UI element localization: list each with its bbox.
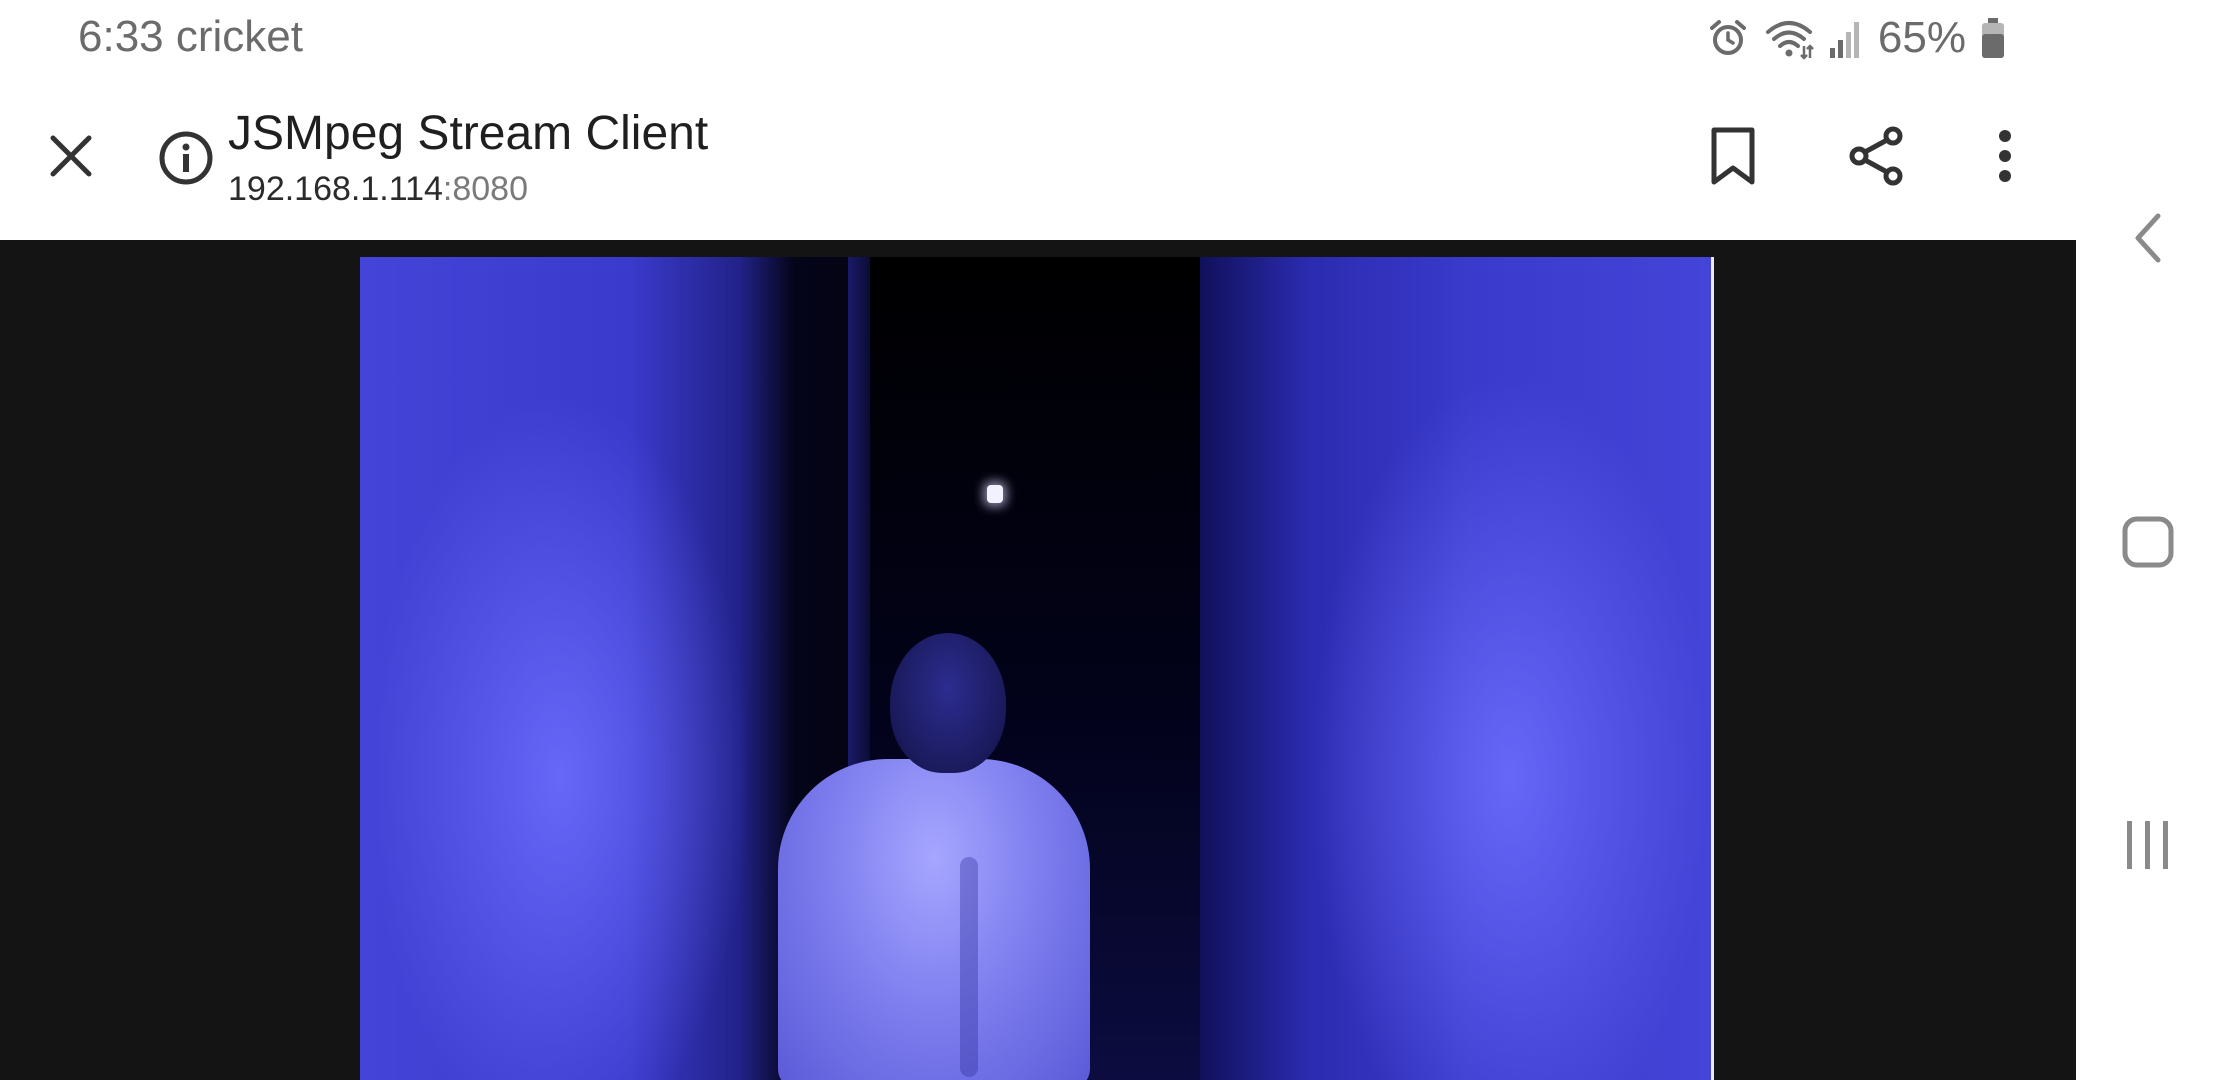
video-edge: [1711, 257, 1714, 1080]
share-button[interactable]: [1832, 113, 1922, 203]
wifi-icon: [1764, 16, 1814, 60]
site-info-button[interactable]: [156, 128, 216, 188]
url-port: :8080: [442, 170, 529, 208]
back-icon: [2128, 210, 2168, 271]
share-icon: [1845, 124, 1909, 193]
more-vert-icon: [1995, 128, 2015, 189]
status-time-carrier: 6:33 cricket: [78, 12, 303, 61]
recent-apps-icon: [2123, 819, 2173, 876]
close-icon: [47, 132, 95, 185]
battery-icon: [1980, 16, 2006, 60]
page-content: [0, 240, 2076, 1080]
video-light-spot: [987, 485, 1003, 503]
browser-custom-tab: 6:33 cricket 65% JSMpeg Stream Client 19…: [0, 0, 2076, 1080]
home-icon: [2120, 514, 2176, 575]
status-bar: 6:33 cricket 65%: [0, 0, 2076, 80]
video-person-head: [890, 633, 1006, 773]
bookmark-button[interactable]: [1688, 113, 1778, 203]
navigation-bar: [2076, 0, 2220, 1080]
title-block: JSMpeg Stream Client 192.168.1.114:8080: [228, 102, 708, 210]
nav-home-button[interactable]: [2098, 494, 2198, 594]
more-options-button[interactable]: [1960, 113, 2050, 203]
nav-recent-apps-button[interactable]: [2098, 797, 2198, 897]
close-button[interactable]: [26, 113, 116, 203]
nav-back-button[interactable]: [2098, 190, 2198, 290]
bookmark-icon: [1708, 126, 1758, 191]
url-host: 192.168.1.114: [228, 170, 443, 208]
custom-tab-toolbar: JSMpeg Stream Client 192.168.1.114:8080: [0, 80, 2076, 240]
info-icon: [156, 131, 216, 192]
status-icons: 65%: [1706, 10, 2006, 66]
signal-icon: [1828, 18, 1864, 58]
page-url: 192.168.1.114:8080: [228, 168, 708, 210]
alarm-icon: [1706, 16, 1750, 60]
page-title: JSMpeg Stream Client: [228, 107, 709, 160]
video-person-shadow: [960, 857, 978, 1077]
video-stream-canvas[interactable]: [360, 257, 1714, 1080]
battery-percent: 65%: [1877, 13, 1966, 62]
video-person-body: [778, 759, 1090, 1080]
phone-screen: 6:33 cricket 65% JSMpeg Stream Client 19…: [0, 0, 2220, 1080]
